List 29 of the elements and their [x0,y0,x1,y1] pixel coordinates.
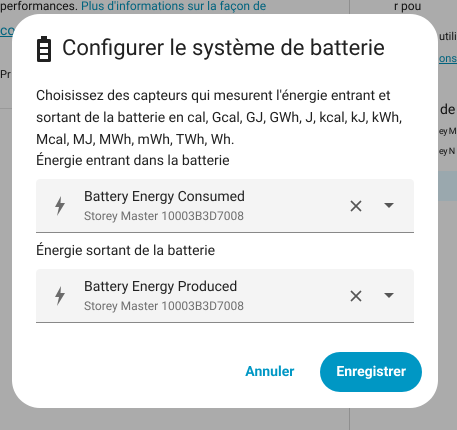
lightning-icon [54,286,66,306]
field-label: Énergie sortant de la batterie [36,241,216,261]
dropdown-caret-icon[interactable] [384,203,394,208]
section-heading: Pr [0,68,11,81]
entity-name: Battery Energy Produced [84,278,238,296]
info-link[interactable]: ons [439,51,457,67]
description-text: r pou [394,0,422,13]
save-button[interactable]: Enregistrer [320,352,422,392]
dialog-description: Choisissez des capteurs qui mesurent l'énergie entrant et sortant de la batterie en cal, Gcal, GJ, GWh, J, kcal, kJ, kWh, Mcal, MJ, MWh, mWh, TWh, Wh. [36,87,403,150]
dropdown-caret-icon[interactable] [384,293,394,298]
section-heading: de [440,101,456,119]
field-label: Énergie entrant dans la batterie [36,151,231,171]
list-item[interactable]: ey N [439,145,455,159]
battery-icon [36,36,52,62]
entity-picker[interactable]: Battery Energy Produced Storey Master 10003B3D7008 [36,269,414,323]
cancel-button[interactable]: Annuler [243,362,296,382]
entity-picker[interactable]: Battery Energy Consumed Storey Master 10003B3D7008 [36,179,414,233]
info-link[interactable]: co [0,21,16,41]
description-text: utili [439,29,457,45]
entity-name: Battery Energy Consumed [84,188,246,206]
dialog-title: Configurer le système de batterie [62,35,385,63]
device-name: Storey Master 10003B3D7008 [84,208,245,224]
device-name: Storey Master 10003B3D7008 [84,298,245,314]
close-icon[interactable] [350,200,362,212]
info-link[interactable]: Plus d'informations sur la façon de [81,0,266,13]
intro-text: performances. [0,0,80,13]
lightning-icon [54,196,66,216]
list-item[interactable]: ey M [439,125,456,139]
close-icon[interactable] [350,290,362,302]
